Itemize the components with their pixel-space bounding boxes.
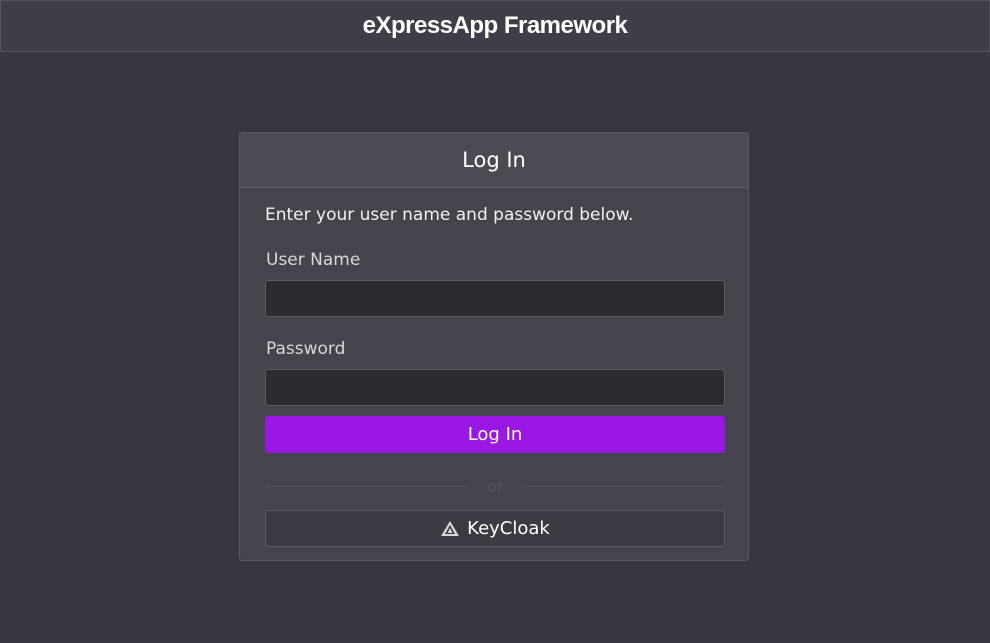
login-card: Log In Enter your user name and password…: [239, 132, 749, 561]
login-title: Log In: [462, 148, 526, 172]
app-header: eXpressApp Framework: [0, 0, 990, 52]
login-button[interactable]: Log In: [265, 416, 725, 453]
separator: or: [265, 477, 725, 497]
keycloak-label: KeyCloak: [467, 518, 550, 539]
username-label: User Name: [266, 250, 361, 270]
app-title: eXpressApp Framework: [362, 12, 628, 39]
password-label: Password: [266, 339, 346, 359]
username-input[interactable]: [265, 280, 725, 317]
separator-line-right: [522, 486, 725, 487]
separator-text: or: [486, 477, 504, 496]
password-input[interactable]: [265, 369, 725, 406]
keycloak-login-button[interactable]: KeyCloak: [265, 510, 725, 547]
login-instructions: Enter your user name and password below.: [265, 205, 634, 225]
keycloak-icon: [441, 521, 460, 536]
card-header: Log In: [240, 133, 748, 188]
